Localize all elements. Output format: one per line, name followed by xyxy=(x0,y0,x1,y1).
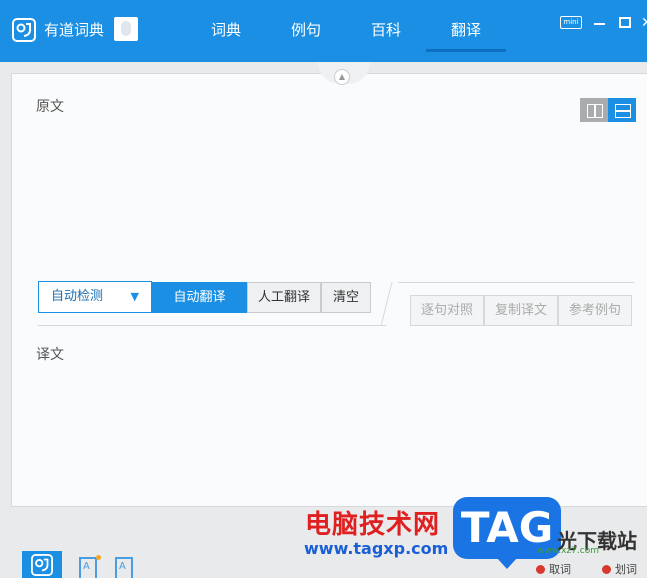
main-tabs: 词典 例句 百科 翻译 xyxy=(186,8,506,52)
word-select-toggle[interactable]: 划词 xyxy=(602,561,637,577)
minimize-icon[interactable] xyxy=(594,14,605,30)
tab-encyclopedia[interactable]: 百科 xyxy=(346,8,426,52)
collapse-up-icon[interactable]: ▲ xyxy=(334,69,350,85)
user-avatar[interactable] xyxy=(114,17,138,41)
watermark-url: www.tagxp.com xyxy=(304,539,449,558)
title-bar-content: 有道词典 词典 例句 百科 翻译 xyxy=(0,8,647,52)
tab-dictionary[interactable]: 词典 xyxy=(186,8,266,52)
copy-translation-button[interactable]: 复制译文 xyxy=(484,295,558,326)
word-select-status-icon xyxy=(602,565,611,574)
word-fetch-status-icon xyxy=(536,565,545,574)
tab-examples[interactable]: 例句 xyxy=(266,8,346,52)
divider-top xyxy=(398,282,634,283)
language-select[interactable]: 自动检测 ▼ xyxy=(38,281,152,313)
youdao-logo-icon xyxy=(12,18,36,42)
watermark-site-name: 电脑技术网 xyxy=(305,510,441,540)
stacked-layout-icon[interactable] xyxy=(608,98,636,122)
title-bar: 有道词典 词典 例句 百科 翻译 xyxy=(0,0,647,62)
sentence-align-button[interactable]: 逐句对照 xyxy=(410,295,484,326)
side-by-side-layout-icon[interactable] xyxy=(580,98,608,122)
divider xyxy=(38,325,386,326)
language-select-value: 自动检测 xyxy=(51,289,104,304)
youdao-logo-small-icon xyxy=(31,554,53,576)
word-select-label: 划词 xyxy=(615,563,637,576)
clear-button[interactable]: 清空 xyxy=(321,282,371,313)
human-translate-button[interactable]: 人工翻译 xyxy=(247,282,321,313)
notification-dot xyxy=(96,555,101,560)
close-icon[interactable]: ✕ xyxy=(641,15,647,31)
app-name: 有道词典 xyxy=(44,21,105,39)
maximize-icon[interactable] xyxy=(619,17,631,28)
tab-translate[interactable]: 翻译 xyxy=(426,8,506,52)
layout-switch xyxy=(580,98,636,122)
target-label: 译文 xyxy=(36,347,64,363)
source-label: 原文 xyxy=(36,99,64,115)
auto-translate-button[interactable]: 自动翻译 xyxy=(152,282,247,313)
dropdown-arrow-icon: ▼ xyxy=(130,290,139,303)
word-book-icon[interactable]: A xyxy=(79,557,97,578)
word-fetch-toggle[interactable]: 取词 xyxy=(536,561,571,577)
watermark-small-url: www.xz7.com xyxy=(537,546,599,556)
youdao-home-button[interactable] xyxy=(22,551,62,578)
reference-examples-button[interactable]: 参考例句 xyxy=(558,295,632,326)
mini-mode-button[interactable]: mini xyxy=(560,16,582,29)
image-translate-icon[interactable]: A xyxy=(115,557,133,578)
word-fetch-label: 取词 xyxy=(549,563,571,576)
